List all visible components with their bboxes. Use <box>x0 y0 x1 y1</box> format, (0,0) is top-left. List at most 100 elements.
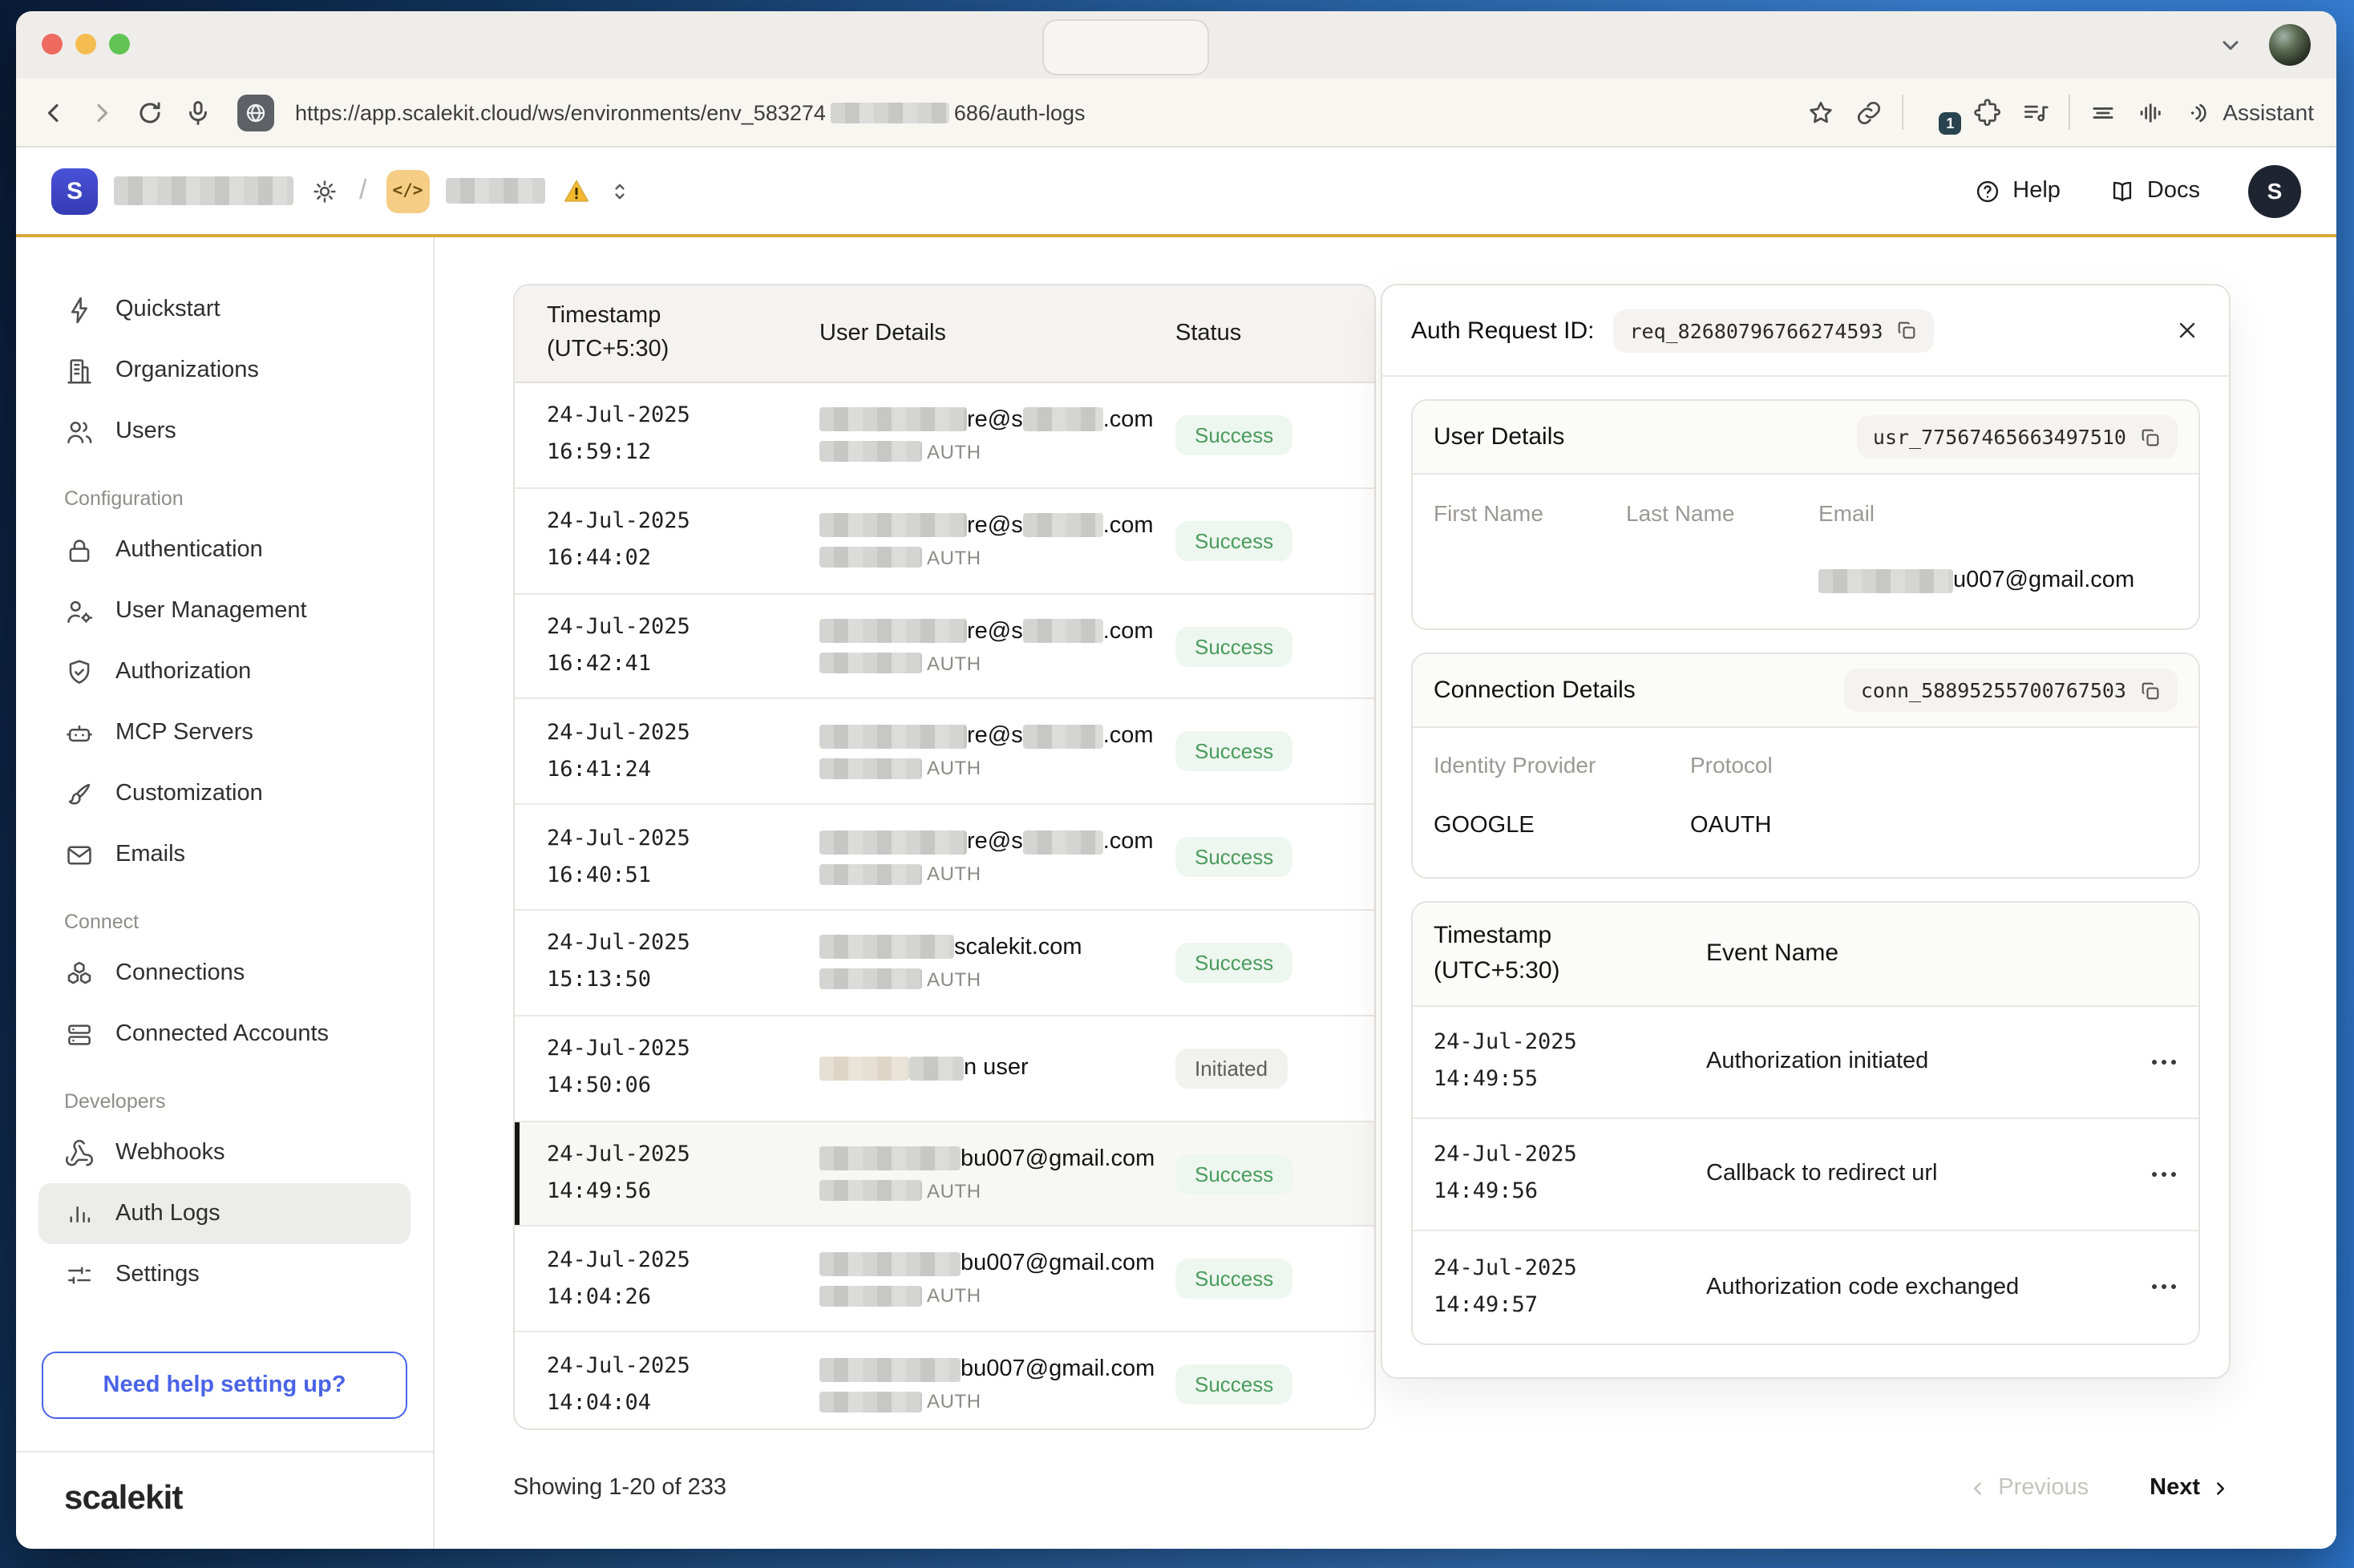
event-name: Authorization code exchanged <box>1706 1274 2144 1299</box>
sidebar-item-webhooks[interactable]: Webhooks <box>16 1122 433 1183</box>
event-row[interactable]: 24-Jul-202514:49:55Authorization initiat… <box>1413 1006 2198 1118</box>
help-button[interactable]: Help <box>1974 177 2061 204</box>
event-row[interactable]: 24-Jul-202514:49:57Authorization code ex… <box>1413 1231 2198 1343</box>
sliders-icon <box>64 1259 95 1290</box>
next-button[interactable]: Next <box>2150 1475 2231 1501</box>
workspace-logo[interactable]: S <box>51 168 98 214</box>
assistant-button[interactable]: Assistant <box>2184 99 2314 126</box>
extension-pinned-icon[interactable]: 1 <box>1921 95 1955 129</box>
log-user-details: bu007@gmail.comAUTH <box>819 1146 1175 1202</box>
close-window-button[interactable] <box>42 34 63 55</box>
minimize-window-button[interactable] <box>75 34 96 55</box>
log-user-details: re@s.comAUTH <box>819 724 1175 780</box>
log-row[interactable]: 24-Jul-202516:44:02re@s.comAUTHSuccess <box>515 489 1374 595</box>
status-badge: Success <box>1175 1364 1292 1404</box>
sidebar-item-label: Emails <box>115 842 185 867</box>
log-user-details: bu007@gmail.comAUTH <box>819 1356 1175 1412</box>
log-row[interactable]: 24-Jul-202516:42:41re@s.comAUTHSuccess <box>515 594 1374 700</box>
user-avatar[interactable]: S <box>2248 164 2301 217</box>
sidebar-item-users[interactable]: Users <box>16 401 433 462</box>
environment-switcher-icon[interactable] <box>607 179 631 203</box>
text: AUTH <box>927 1285 981 1307</box>
site-info-badge[interactable] <box>237 94 274 131</box>
stack-icon <box>64 1019 95 1049</box>
event-row[interactable]: 24-Jul-202514:49:56Callback to redirect … <box>1413 1118 2198 1231</box>
protocol-label: Protocol <box>1690 752 2178 778</box>
text: AUTH <box>927 546 981 568</box>
log-row[interactable]: 24-Jul-202515:13:50scalekit.comAUTHSucce… <box>515 911 1374 1016</box>
browser-toolbar: https://app.scalekit.cloud/ws/environmen… <box>16 79 2336 148</box>
text: .com <box>1103 724 1154 750</box>
sidebar-item-emails[interactable]: Emails <box>16 824 433 885</box>
auth-request-id-chip[interactable]: req_82680796766274593 <box>1613 309 1934 352</box>
browser-tab[interactable] <box>1042 19 1209 75</box>
log-row[interactable]: 24-Jul-202516:41:24re@s.comAUTHSuccess <box>515 700 1374 806</box>
log-timestamp: 24-Jul-202516:42:41 <box>547 609 819 683</box>
chevron-down-icon[interactable] <box>2218 32 2243 58</box>
close-icon[interactable] <box>2174 317 2200 343</box>
address-bar[interactable]: https://app.scalekit.cloud/ws/environmen… <box>295 100 1086 124</box>
log-user-details: re@s.comAUTH <box>819 407 1175 463</box>
microphone-icon[interactable] <box>183 97 213 127</box>
sidebar-item-mcp-servers[interactable]: MCP Servers <box>16 702 433 763</box>
zoom-window-button[interactable] <box>109 34 130 55</box>
need-help-button[interactable]: Need help setting up? <box>42 1352 407 1419</box>
redacted-text <box>819 725 967 749</box>
text: AUTH <box>927 652 981 674</box>
sidebar-item-quickstart[interactable]: Quickstart <box>16 279 433 340</box>
sidebar-item-settings[interactable]: Settings <box>16 1244 433 1305</box>
sidebar-item-label: MCP Servers <box>115 720 253 746</box>
sidebar-item-connected-accounts[interactable]: Connected Accounts <box>16 1004 433 1065</box>
reading-list-icon[interactable] <box>2088 97 2118 127</box>
redacted-text <box>819 1391 922 1412</box>
log-row[interactable]: 24-Jul-202514:50:06n userInitiated <box>515 1016 1374 1122</box>
redacted-text <box>819 1146 961 1170</box>
bookmark-star-icon[interactable] <box>1806 97 1836 127</box>
log-user-details: re@s.comAUTH <box>819 512 1175 568</box>
sidebar-item-user-management[interactable]: User Management <box>16 580 433 641</box>
copy-link-icon[interactable] <box>1854 97 1884 127</box>
extensions-puzzle-icon[interactable] <box>1972 97 2003 127</box>
sidebar-item-label: Users <box>115 418 176 444</box>
more-options-icon[interactable] <box>2152 1059 2176 1064</box>
equalizer-icon[interactable] <box>2136 97 2166 127</box>
sidebar-item-organizations[interactable]: Organizations <box>16 340 433 401</box>
redacted-text <box>819 758 922 779</box>
sidebar-item-authentication[interactable]: Authentication <box>16 519 433 580</box>
sidebar-item-label: Authorization <box>115 659 251 685</box>
auth-request-id-value: req_82680796766274593 <box>1629 318 1883 342</box>
log-row[interactable]: 24-Jul-202516:59:12re@s.comAUTHSuccess <box>515 383 1374 489</box>
forward-icon[interactable] <box>87 97 117 127</box>
warning-icon <box>560 176 591 206</box>
user-id-value: usr_77567465663497510 <box>1873 425 2126 449</box>
log-user-details: scalekit.comAUTH <box>819 935 1175 991</box>
sidebar-item-auth-logs[interactable]: Auth Logs <box>38 1183 411 1244</box>
docs-button[interactable]: Docs <box>2109 177 2200 204</box>
toolbar-divider <box>2069 95 2070 130</box>
sidebar-item-customization[interactable]: Customization <box>16 763 433 824</box>
log-row[interactable]: 24-Jul-202514:04:04bu007@gmail.comAUTHSu… <box>515 1332 1374 1430</box>
lightning-icon <box>64 294 95 325</box>
redacted-text <box>819 1252 961 1276</box>
connection-id-chip[interactable]: conn_58895255700767503 <box>1845 669 2178 712</box>
playlist-icon[interactable] <box>2020 97 2051 127</box>
log-row[interactable]: 24-Jul-202514:49:56bu007@gmail.comAUTHSu… <box>515 1121 1374 1227</box>
sidebar-item-authorization[interactable]: Authorization <box>16 641 433 702</box>
log-row[interactable]: 24-Jul-202516:40:51re@s.comAUTHSuccess <box>515 805 1374 911</box>
back-icon[interactable] <box>38 97 69 127</box>
reload-icon[interactable] <box>135 97 165 127</box>
assistant-icon <box>2184 99 2211 126</box>
sidebar-item-connections[interactable]: Connections <box>16 943 433 1004</box>
more-options-icon[interactable] <box>2152 1284 2176 1289</box>
text: AUTH <box>927 1390 981 1412</box>
robot-icon <box>64 717 95 748</box>
previous-button[interactable]: Previous <box>1968 1475 2089 1501</box>
log-row[interactable]: 24-Jul-202514:04:26bu007@gmail.comAUTHSu… <box>515 1227 1374 1333</box>
gear-icon[interactable] <box>309 176 340 206</box>
user-id-chip[interactable]: usr_77567465663497510 <box>1857 415 2178 459</box>
user-details-card: User Details usr_77567465663497510 First… <box>1411 399 2200 630</box>
browser-profile-avatar[interactable] <box>2269 24 2311 66</box>
event-timestamp: 24-Jul-202514:49:57 <box>1434 1250 1706 1324</box>
more-options-icon[interactable] <box>2152 1171 2176 1176</box>
redacted-text <box>819 1180 922 1201</box>
